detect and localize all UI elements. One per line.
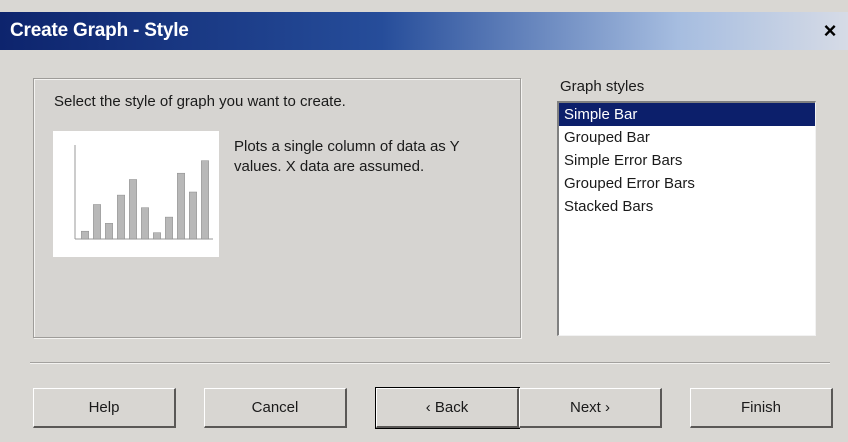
list-item-simple-bar[interactable]: Simple Bar	[559, 103, 815, 126]
create-graph-style-dialog: Create Graph - Style × Select the style …	[0, 0, 848, 442]
close-icon[interactable]: ×	[818, 19, 842, 43]
back-button[interactable]: ‹ Back	[375, 387, 520, 429]
list-item-stacked-bars[interactable]: Stacked Bars	[559, 195, 815, 218]
preview-bar	[81, 230, 89, 240]
cancel-button[interactable]: Cancel	[204, 388, 347, 428]
graph-styles-label: Graph styles	[560, 78, 645, 95]
preview-bar	[93, 204, 101, 240]
preview-bar	[177, 172, 185, 240]
list-item-grouped-error-bars[interactable]: Grouped Error Bars	[559, 172, 815, 195]
list-item-simple-error-bars[interactable]: Simple Error Bars	[559, 149, 815, 172]
graph-preview-image	[53, 131, 219, 257]
preview-bar	[129, 179, 137, 240]
preview-bar	[105, 223, 113, 240]
next-button[interactable]: Next ›	[519, 388, 662, 428]
preview-bar	[189, 191, 197, 240]
preview-bar	[165, 216, 173, 240]
preview-bar	[153, 232, 161, 240]
style-group-box: Select the style of graph you want to cr…	[33, 78, 521, 338]
preview-chart	[74, 145, 213, 240]
graph-styles-list[interactable]: Simple Bar Grouped Bar Simple Error Bars…	[557, 101, 816, 336]
preview-bar	[201, 160, 209, 240]
style-description: Plots a single column of data as Y value…	[234, 138, 460, 175]
list-item-grouped-bar[interactable]: Grouped Bar	[559, 126, 815, 149]
window-title: Create Graph - Style	[10, 20, 189, 41]
instruction-text: Select the style of graph you want to cr…	[54, 93, 346, 110]
preview-bar	[117, 194, 125, 240]
help-button[interactable]: Help	[33, 388, 176, 428]
preview-bar	[141, 207, 149, 240]
finish-button[interactable]: Finish	[690, 388, 833, 428]
separator-line	[30, 362, 830, 364]
title-bar[interactable]: Create Graph - Style ×	[0, 12, 848, 50]
